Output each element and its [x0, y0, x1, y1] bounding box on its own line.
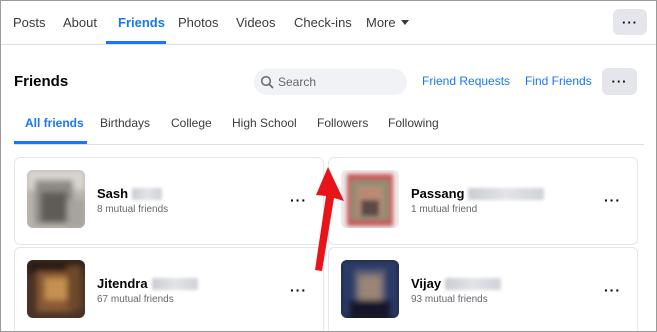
friend-name-row: Sash — [97, 186, 163, 201]
page-frame: Posts About Friends Photos Videos Check-… — [0, 0, 657, 332]
friends-panel: Friends Friend Requests Find Friends ···… — [1, 45, 656, 331]
tab-check-ins[interactable]: Check-ins — [294, 1, 352, 44]
mutual-friends-count[interactable]: 93 mutual friends — [411, 294, 488, 305]
friend-options-button[interactable]: ··· — [290, 282, 307, 298]
tab-more-label: More — [366, 15, 396, 30]
avatar[interactable] — [27, 260, 85, 318]
friend-name-row: Passang — [411, 186, 545, 201]
friend-options-button[interactable]: ··· — [604, 192, 621, 208]
friend-requests-link[interactable]: Friend Requests — [422, 74, 510, 88]
redacted-surname — [445, 277, 502, 290]
friends-more-label: ··· — [611, 74, 628, 89]
friend-name[interactable]: Sash — [97, 186, 128, 201]
redacted-surname — [468, 187, 545, 200]
redacted-surname — [132, 187, 163, 200]
friend-options-button[interactable]: ··· — [604, 282, 621, 298]
subtab-high-school[interactable]: High School — [232, 116, 297, 130]
subtab-following[interactable]: Following — [388, 116, 439, 130]
friend-photo — [341, 260, 399, 318]
profile-more-button[interactable]: ··· — [613, 9, 647, 35]
friend-name[interactable]: Vijay — [411, 276, 441, 291]
profile-tab-bar: Posts About Friends Photos Videos Check-… — [1, 1, 656, 45]
find-friends-link[interactable]: Find Friends — [525, 74, 592, 88]
friend-photo — [27, 260, 85, 318]
friends-more-button[interactable]: ··· — [602, 68, 637, 95]
tab-more[interactable]: More — [366, 1, 409, 44]
page-title: Friends — [14, 73, 69, 90]
chevron-down-icon — [400, 20, 409, 25]
friend-photo — [27, 170, 85, 228]
search-input[interactable] — [278, 75, 398, 89]
subtab-divider — [14, 144, 644, 145]
search-box[interactable] — [254, 69, 407, 95]
subtab-all-friends[interactable]: All friends — [25, 116, 84, 130]
subtab-birthdays[interactable]: Birthdays — [100, 116, 150, 130]
avatar[interactable] — [341, 170, 399, 228]
friend-card[interactable]: Passang 1 mutual friend ··· — [328, 157, 638, 245]
redacted-surname — [151, 277, 198, 290]
tab-about[interactable]: About — [63, 1, 97, 44]
avatar[interactable] — [341, 260, 399, 318]
search-icon — [260, 75, 274, 89]
subtab-college[interactable]: College — [171, 116, 212, 130]
friend-options-button[interactable]: ··· — [290, 192, 307, 208]
tab-check-ins-label: Check-ins — [294, 15, 352, 30]
profile-more-label: ··· — [622, 14, 638, 30]
friend-name[interactable]: Jitendra — [97, 276, 148, 291]
active-tab-indicator — [106, 41, 166, 44]
tab-photos[interactable]: Photos — [178, 1, 218, 44]
tab-videos-label: Videos — [236, 15, 276, 30]
subtab-followers[interactable]: Followers — [317, 116, 368, 130]
tab-about-label: About — [63, 15, 97, 30]
tab-friends-label: Friends — [118, 15, 165, 30]
friend-card[interactable]: Jitendra 67 mutual friends ··· — [14, 247, 324, 331]
annotation-arrow — [315, 167, 344, 271]
tab-friends[interactable]: Friends — [118, 1, 165, 44]
avatar[interactable] — [27, 170, 85, 228]
friend-card[interactable]: Sash 8 mutual friends ··· — [14, 157, 324, 245]
mutual-friends-count[interactable]: 67 mutual friends — [97, 294, 174, 305]
tab-posts[interactable]: Posts — [13, 1, 46, 44]
mutual-friends-count[interactable]: 1 mutual friend — [411, 204, 477, 215]
tab-posts-label: Posts — [13, 15, 46, 30]
tab-videos[interactable]: Videos — [236, 1, 276, 44]
mutual-friends-count[interactable]: 8 mutual friends — [97, 204, 168, 215]
friend-name-row: Vijay — [411, 276, 502, 291]
friend-name-row: Jitendra — [97, 276, 198, 291]
tab-photos-label: Photos — [178, 15, 219, 30]
friend-photo — [341, 170, 399, 228]
friend-card[interactable]: Vijay 93 mutual friends ··· — [328, 247, 638, 331]
friend-name[interactable]: Passang — [411, 186, 464, 201]
